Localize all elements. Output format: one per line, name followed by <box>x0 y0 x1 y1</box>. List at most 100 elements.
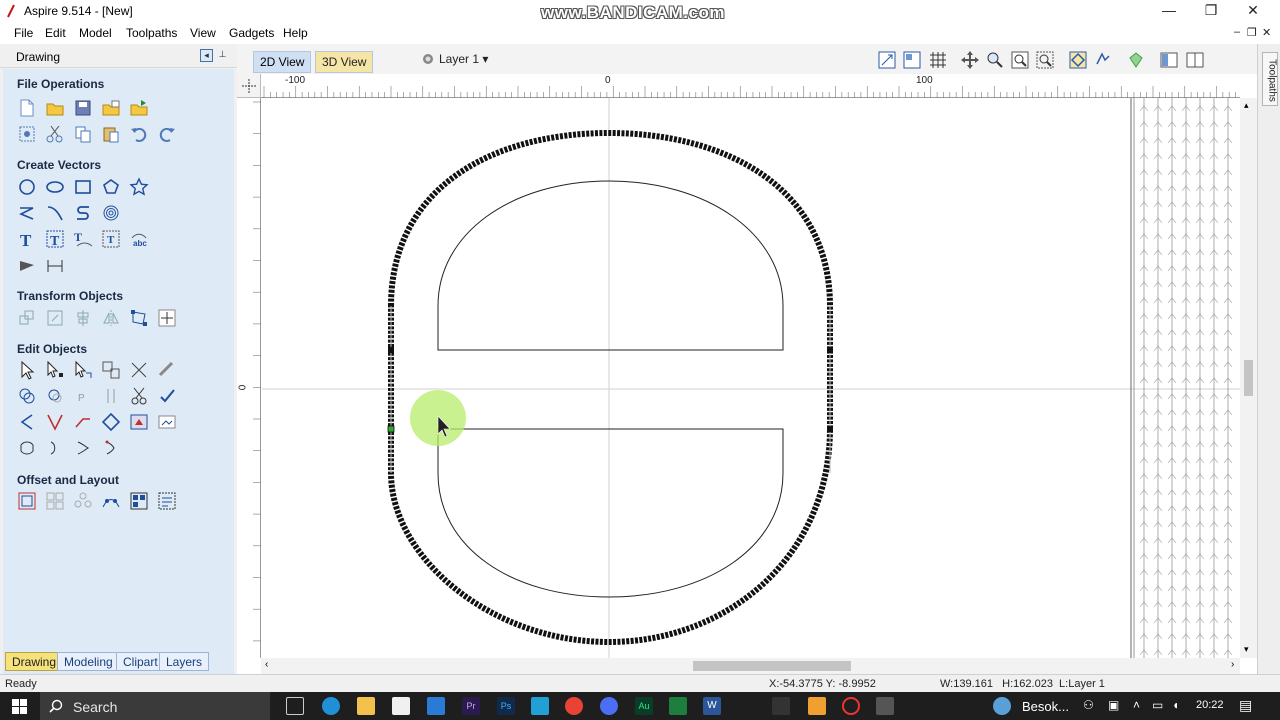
weld-vectors-icon[interactable] <box>16 385 38 407</box>
draw-dimensions-icon[interactable] <box>16 254 38 276</box>
menu-help[interactable]: Help <box>283 26 308 40</box>
draw-curve-icon[interactable] <box>44 202 66 224</box>
draw-arc-icon[interactable] <box>72 202 94 224</box>
store-icon[interactable] <box>392 697 410 715</box>
job-setup-icon[interactable] <box>16 123 38 145</box>
horizontal-scroll-thumb[interactable] <box>693 661 851 671</box>
mdi-restore-button[interactable]: ❐ <box>1247 26 1257 39</box>
aspire-taskbar-icon[interactable] <box>876 697 894 715</box>
copy-icon[interactable] <box>72 123 94 145</box>
text-arc-icon[interactable]: T <box>100 228 122 250</box>
tab-modeling[interactable]: Modeling <box>57 652 120 671</box>
lower-inner-shape[interactable] <box>437 428 784 598</box>
panel-pin-icon[interactable]: ⊥ <box>216 49 229 62</box>
bitmap-tool-icon[interactable] <box>156 411 178 433</box>
minimize-button[interactable]: — <box>1146 0 1192 23</box>
vertical-scrollbar[interactable]: ▴ ▾ <box>1240 98 1257 658</box>
pan-icon[interactable] <box>960 50 980 70</box>
open-file-icon[interactable] <box>44 97 66 119</box>
mdi-close-button[interactable]: ✕ <box>1262 26 1271 39</box>
scroll-left-icon[interactable]: ‹ <box>265 659 268 670</box>
restore-button[interactable]: ❐ <box>1188 0 1234 23</box>
set-position-icon[interactable] <box>156 307 178 329</box>
redo-icon[interactable] <box>156 123 178 145</box>
task-view-icon[interactable] <box>286 697 304 715</box>
selection-tools-icon[interactable] <box>100 359 122 381</box>
drawing-canvas[interactable] <box>262 98 1240 658</box>
draw-polygon-icon[interactable] <box>100 176 122 198</box>
weather-text[interactable]: Besok... <box>1022 699 1069 714</box>
vector-validator-icon[interactable] <box>1093 50 1113 70</box>
taskbar-clock[interactable]: 20:22 <box>1196 699 1224 711</box>
node-handle[interactable] <box>827 347 833 353</box>
tab-2d-view[interactable]: 2D View <box>253 51 312 73</box>
zoom-selection-icon[interactable] <box>1035 50 1055 70</box>
menu-toolpaths[interactable]: Toolpaths <box>126 26 177 40</box>
offset-icon[interactable] <box>16 490 38 512</box>
copy-along-vectors-icon[interactable] <box>100 490 122 512</box>
menu-view[interactable]: View <box>190 26 216 40</box>
layer-selector[interactable]: Layer 1 ▾ <box>439 52 488 66</box>
draw-star-icon[interactable] <box>128 176 150 198</box>
undo-icon[interactable] <box>128 123 150 145</box>
dimension-tool-icon[interactable] <box>44 254 66 276</box>
app-icon-blue[interactable] <box>531 697 549 715</box>
app-icon-dark[interactable] <box>772 697 790 715</box>
tab-layers[interactable]: Layers <box>159 652 210 671</box>
save-as-icon[interactable] <box>100 97 122 119</box>
grid-toggle-icon[interactable] <box>928 50 948 70</box>
tab-drawing[interactable]: Drawing <box>5 652 64 671</box>
layout-left-icon[interactable] <box>1159 50 1179 70</box>
nesting-icon[interactable] <box>128 490 150 512</box>
new-file-icon[interactable] <box>16 97 38 119</box>
text-tools-icon[interactable]: abc <box>128 228 150 250</box>
extend-icon[interactable] <box>44 411 66 433</box>
save-file-icon[interactable] <box>72 97 94 119</box>
zoom-out-icon[interactable] <box>1010 50 1030 70</box>
scissors-icon[interactable] <box>128 385 150 407</box>
subtract-vectors-icon[interactable] <box>44 385 66 407</box>
close-button[interactable]: ✕ <box>1230 0 1276 23</box>
scroll-up-icon[interactable]: ▴ <box>1244 100 1249 111</box>
curve-fit-icon[interactable] <box>156 385 178 407</box>
draw-circle-icon[interactable] <box>16 176 38 198</box>
volume-icon[interactable]: ◖ <box>1172 698 1179 712</box>
notifications-icon[interactable]: ▤ <box>1239 697 1252 714</box>
array-copy-icon[interactable] <box>44 490 66 512</box>
mdi-minimize-button[interactable]: – <box>1234 26 1240 38</box>
move-object-icon[interactable] <box>16 307 38 329</box>
v-carve-layout-icon[interactable] <box>156 490 178 512</box>
trim-vectors-icon[interactable] <box>128 359 150 381</box>
intersect-vectors-icon[interactable]: P <box>72 385 94 407</box>
select-tool-icon[interactable] <box>16 359 38 381</box>
audition-icon[interactable]: Au <box>635 697 653 715</box>
circular-array-icon[interactable] <box>72 490 94 512</box>
auto-layout-text-icon[interactable]: T <box>44 228 66 250</box>
outer-vector-selected[interactable] <box>388 129 833 646</box>
zoom-extents-icon[interactable] <box>877 50 897 70</box>
scroll-down-icon[interactable]: ▾ <box>1244 644 1249 655</box>
draw-text-icon[interactable]: T <box>16 228 38 250</box>
tray-expand-icon[interactable]: ˄ <box>1133 698 1140 712</box>
break-vector-icon[interactable] <box>72 437 94 459</box>
upper-inner-shape[interactable] <box>437 180 784 351</box>
toolpaths-tab[interactable]: Toolpaths <box>1262 52 1278 106</box>
tab-clipart[interactable]: Clipart <box>116 652 165 671</box>
interactive-transform-icon[interactable] <box>72 359 94 381</box>
move-start-point-icon[interactable] <box>100 437 122 459</box>
zoom-box-icon[interactable] <box>902 50 922 70</box>
weather-icon[interactable] <box>993 697 1011 715</box>
layout-split-icon[interactable] <box>1185 50 1205 70</box>
scroll-right-icon[interactable]: › <box>1231 659 1234 670</box>
horizontal-scrollbar[interactable]: ‹ › <box>261 658 1240 674</box>
app-icon-orange[interactable] <box>808 697 826 715</box>
photoshop-icon[interactable]: Ps <box>497 697 515 715</box>
menu-model[interactable]: Model <box>79 26 112 40</box>
bandicam-record-icon[interactable] <box>842 697 860 715</box>
network-icon[interactable]: ▭ <box>1152 698 1163 712</box>
draw-rectangle-icon[interactable] <box>72 176 94 198</box>
word-icon[interactable]: W <box>703 697 721 715</box>
taskbar-search-box[interactable]: Search <box>40 692 270 720</box>
menu-file[interactable]: File <box>14 26 33 40</box>
paste-icon[interactable] <box>100 123 122 145</box>
